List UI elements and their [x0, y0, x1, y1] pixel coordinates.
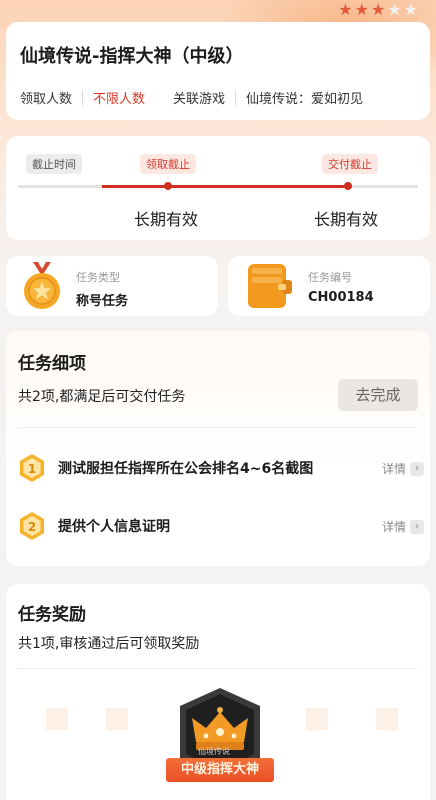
star-icon: ★	[370, 0, 386, 19]
timeline-progress	[102, 185, 348, 188]
task-item-text: 测试服担任指挥所在公会排名4~6名截图	[58, 461, 314, 477]
claim-count-label: 领取人数	[20, 92, 73, 107]
deadline-label: 截止时间	[26, 154, 82, 174]
divider	[235, 89, 237, 106]
claim-deadline-tag: 领取截止	[140, 154, 196, 174]
task-item-number: 1	[28, 462, 36, 476]
chevron-right-icon: ›	[410, 519, 424, 534]
task-type-card: 任务类型 称号任务	[6, 256, 218, 316]
claim-count-value: 不限人数	[93, 92, 146, 107]
deadline-card: 截止时间 领取截止 交付截止 长期有效 长期有效	[6, 136, 430, 240]
divider	[82, 89, 84, 106]
detail-link[interactable]: 详情 ›	[382, 460, 424, 477]
number-hexagon-icon: 2	[20, 512, 44, 540]
detail-label: 详情	[381, 462, 406, 476]
submit-deadline-value: 长期有效	[314, 210, 379, 229]
task-item[interactable]: 1 测试服担任指挥所在公会排名4~6名截图 详情 ›	[18, 453, 424, 483]
badge-game-label: 仙境传说	[198, 747, 230, 756]
background-decoration	[106, 708, 128, 730]
reward-badge[interactable]: 仙境传说 中级指挥大神	[164, 686, 276, 794]
divider	[18, 427, 418, 428]
submit-deadline-dot	[344, 182, 352, 190]
page-title: 仙境传说-指挥大神（中级）	[20, 46, 244, 67]
task-meta-row: 领取人数 不限人数 关联游戏 仙境传说：爱如初见	[20, 88, 363, 107]
star-icon: ★	[338, 0, 353, 19]
task-details-subtitle: 共2项,都满足后可交付任务	[18, 389, 186, 405]
badge-title: 中级指挥大神	[166, 758, 274, 782]
task-item-text: 提供个人信息证明	[58, 519, 170, 535]
rewards-card: 任务奖励 共1项,审核通过后可领取奖励 仙境传说 中级指挥大神	[6, 584, 430, 800]
difficulty-rating: ★ ★ ★ ★ ★	[338, 2, 418, 18]
task-item-number: 2	[28, 520, 36, 534]
detail-label: 详情	[381, 520, 406, 534]
task-details-title: 任务细项	[18, 354, 86, 374]
star-icon: ★	[403, 0, 418, 19]
background-decoration	[376, 708, 398, 730]
rewards-subtitle: 共1项,审核通过后可领取奖励	[18, 636, 200, 652]
number-hexagon-icon: 1	[20, 454, 44, 482]
task-id-label: 任务编号	[308, 271, 352, 284]
divider	[18, 668, 418, 669]
complete-button[interactable]: 去完成	[338, 379, 418, 411]
task-type-value: 称号任务	[76, 294, 129, 309]
star-icon: ★	[387, 0, 402, 19]
folder-icon	[248, 264, 292, 308]
medal-icon	[24, 262, 60, 309]
task-type-label: 任务类型	[76, 271, 120, 284]
claim-deadline-dot	[164, 182, 172, 190]
background-decoration	[46, 708, 68, 730]
rewards-title: 任务奖励	[18, 605, 86, 625]
background-decoration	[306, 708, 328, 730]
claim-deadline-value: 长期有效	[134, 210, 199, 229]
task-item[interactable]: 2 提供个人信息证明 详情 ›	[18, 511, 424, 541]
star-icon: ★	[354, 0, 369, 19]
related-game-value[interactable]: 仙境传说：爱如初见	[246, 88, 363, 107]
task-details-card: 任务细项 共2项,都满足后可交付任务 去完成 1 测试服担任指挥所在公会排名4~…	[6, 331, 430, 566]
task-id-card: 任务编号 CH00184	[228, 256, 430, 316]
chevron-right-icon: ›	[410, 461, 424, 476]
related-game-label: 关联游戏	[173, 92, 226, 107]
submit-deadline-tag: 交付截止	[322, 154, 378, 174]
task-id-value: CH00184	[308, 290, 374, 305]
detail-link[interactable]: 详情 ›	[382, 518, 424, 535]
task-header-card: 仙境传说-指挥大神（中级） 领取人数 不限人数 关联游戏 仙境传说：爱如初见	[6, 22, 430, 120]
